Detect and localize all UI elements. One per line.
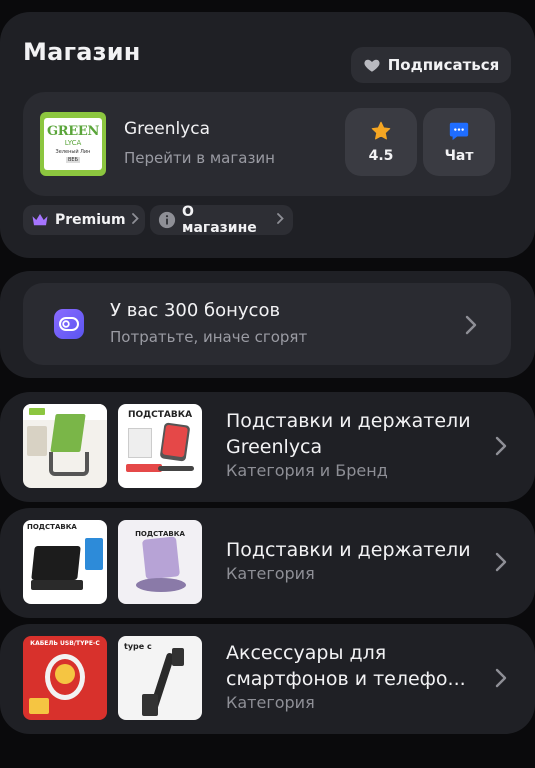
info-icon: [158, 211, 176, 229]
category-title-line: Подставки и держатели: [226, 539, 471, 561]
subscribe-button[interactable]: Подписаться: [351, 47, 511, 83]
category-subtitle: Категория: [226, 564, 315, 583]
thumbnail-text: type c: [124, 642, 152, 651]
premium-chip[interactable]: Premium: [23, 205, 145, 235]
chevron-right-icon: [495, 552, 507, 572]
rating-tile[interactable]: 4.5: [345, 108, 417, 176]
star-icon: [371, 121, 391, 140]
go-to-store-link[interactable]: Перейти в магазин: [124, 149, 275, 167]
store-info-panel: GREEN LYCA Зеленый Лин ВЕБ Greenlyca Пер…: [23, 92, 511, 196]
crown-icon: [32, 214, 48, 226]
thumbnail-text: ПОДСТАВКА: [27, 523, 77, 531]
logo-text: LYCA: [64, 139, 82, 147]
bonus-coin-icon: [54, 309, 84, 339]
product-thumbnail: КАБЕЛЬ USB/TYPE-C: [23, 636, 107, 720]
store-logo[interactable]: GREEN LYCA Зеленый Лин ВЕБ: [40, 112, 106, 176]
chevron-right-icon: [277, 212, 284, 228]
chat-tile[interactable]: Чат: [423, 108, 495, 176]
product-thumbnail: type c: [118, 636, 202, 720]
category-title-line: Аксессуары для: [226, 642, 387, 664]
bonus-subtitle: Потратьте, иначе сгорят: [110, 328, 308, 346]
category-title: Подставки и держатели Greenlyca: [226, 408, 471, 460]
thumbnail-text: ПОДСТАВКА: [127, 410, 193, 420]
category-subtitle: Категория: [226, 693, 315, 712]
chevron-right-icon: [465, 315, 477, 335]
chevron-right-icon: [131, 212, 139, 228]
product-thumbnail: ПОДСТАВКА: [23, 520, 107, 604]
store-card: Магазин Подписаться GREEN LYCA Зеленый Л…: [0, 12, 535, 258]
bonus-card: У вас 300 бонусов Потратьте, иначе сгоря…: [0, 271, 535, 378]
chat-bubble-icon: [449, 122, 469, 141]
heart-icon: [364, 59, 380, 72]
category-title-line: смартфонов и телефо...: [226, 668, 466, 690]
category-row[interactable]: КАБЕЛЬ USB/TYPE-C type c Аксессуары для …: [0, 624, 535, 734]
subscribe-label: Подписаться: [387, 56, 500, 74]
product-thumbnail: ПОДСТАВКА: [118, 404, 202, 488]
chat-label: Чат: [444, 148, 474, 164]
product-thumbnail: [23, 404, 107, 488]
premium-chip-label: Premium: [55, 212, 126, 228]
category-title: Аксессуары для смартфонов и телефо...: [226, 640, 466, 692]
category-title-line: Greenlyca: [226, 436, 323, 458]
store-name: Greenlyca: [124, 119, 211, 139]
rating-value: 4.5: [368, 148, 394, 164]
about-store-chip-label: О магазине: [182, 204, 257, 236]
chevron-right-icon: [495, 436, 507, 456]
category-row[interactable]: ПОДСТАВКА Подставки и держатели Greenlyc…: [0, 392, 535, 502]
store-section-title: Магазин: [23, 38, 141, 66]
logo-text: GREEN: [46, 124, 100, 139]
thumbnail-text: КАБЕЛЬ USB/TYPE-C: [30, 640, 100, 647]
logo-text: ВЕБ: [65, 157, 81, 163]
category-subtitle: Категория и Бренд: [226, 461, 388, 480]
chevron-right-icon: [495, 668, 507, 688]
logo-text: Зеленый Лин: [55, 149, 91, 155]
thumbnail-text: ПОДСТАВКА: [135, 530, 185, 538]
bonus-banner[interactable]: У вас 300 бонусов Потратьте, иначе сгоря…: [23, 283, 511, 365]
category-row[interactable]: ПОДСТАВКА ПОДСТАВКА Подставки и держател…: [0, 508, 535, 618]
category-title: Подставки и держатели: [226, 537, 471, 563]
category-title-line: Подставки и держатели: [226, 410, 471, 432]
product-thumbnail: ПОДСТАВКА: [118, 520, 202, 604]
bonus-title: У вас 300 бонусов: [110, 300, 281, 321]
about-store-chip[interactable]: О магазине: [150, 204, 293, 236]
